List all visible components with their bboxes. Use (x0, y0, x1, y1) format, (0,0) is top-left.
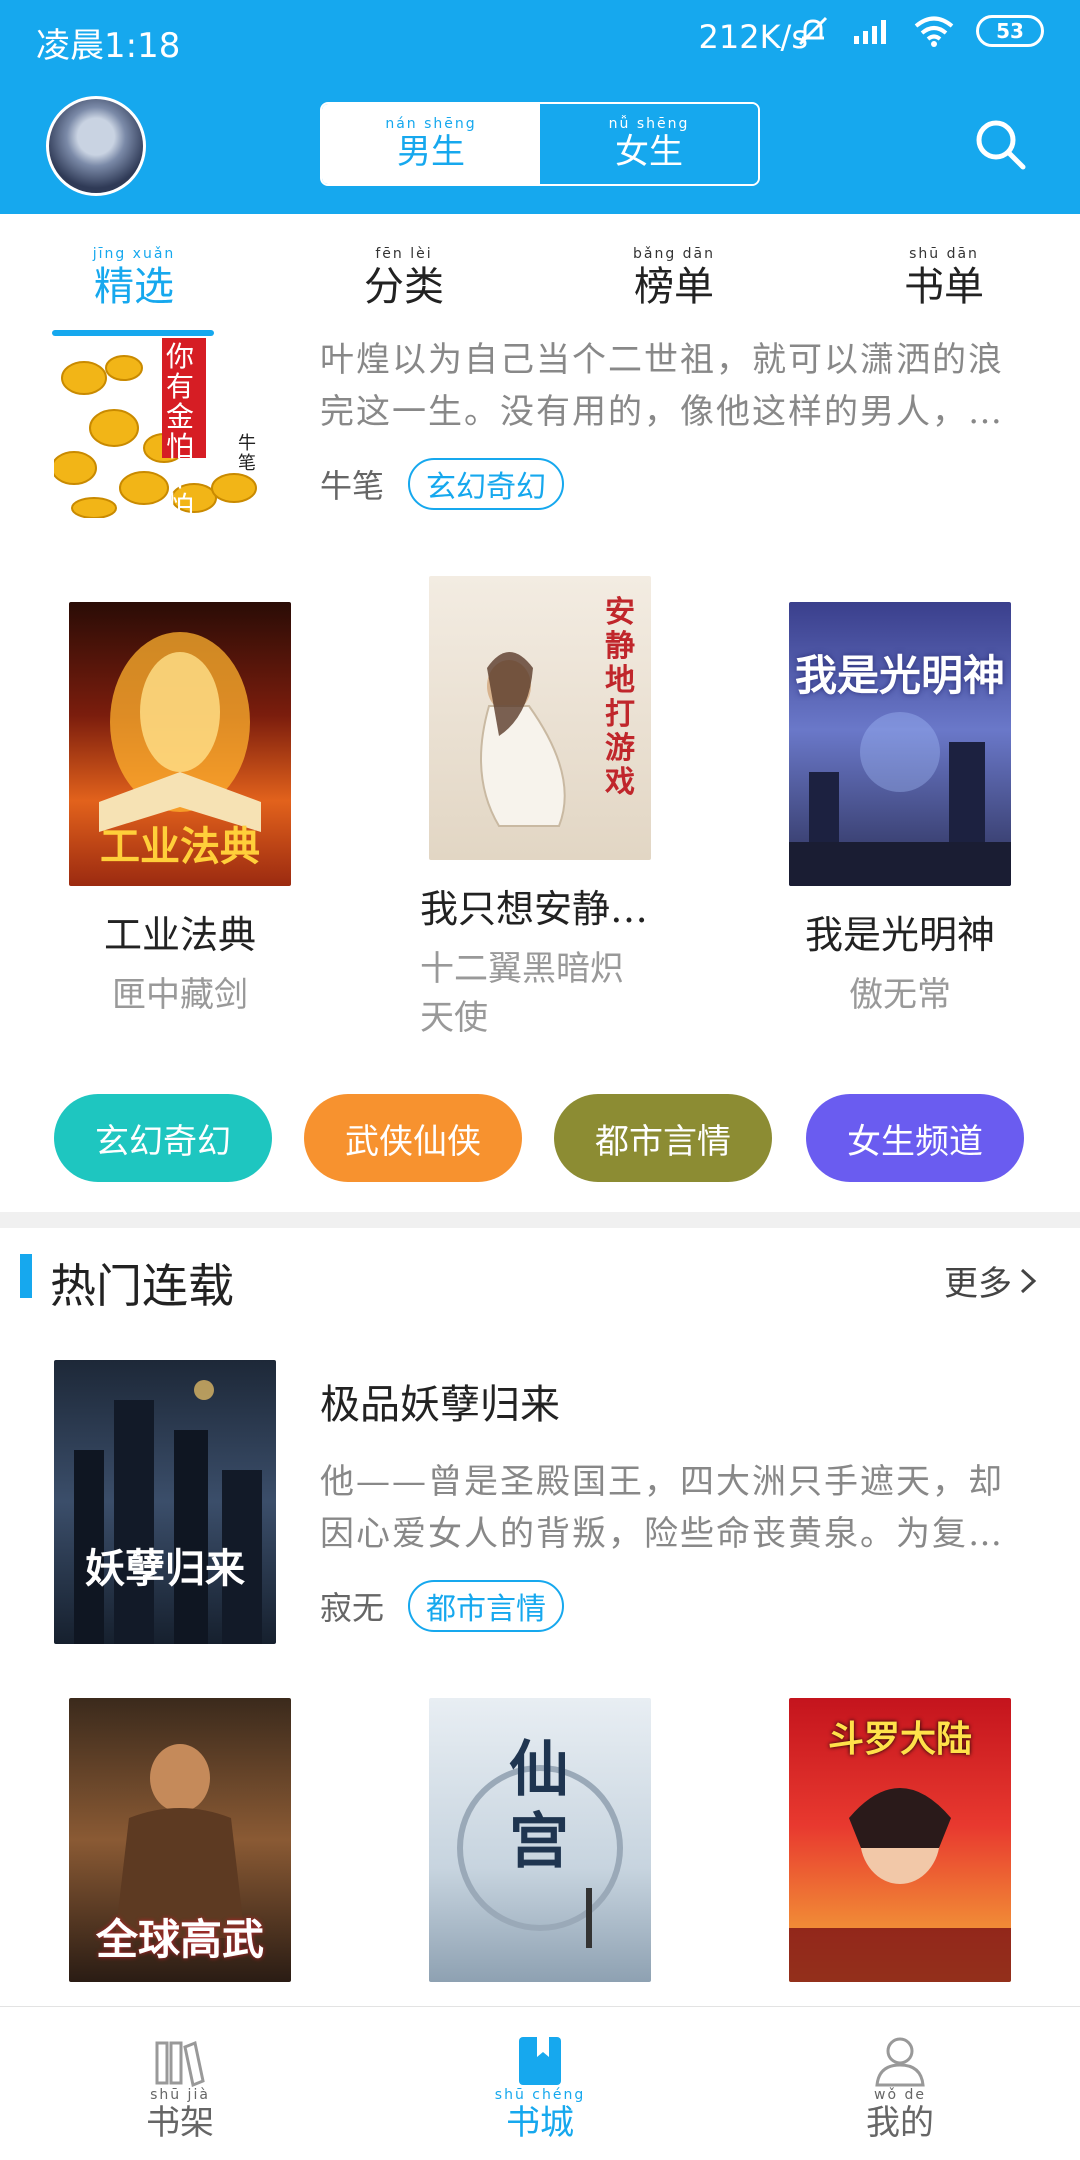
user-icon (875, 2037, 925, 2087)
tab-categories[interactable]: fēn lèi 分类 (304, 246, 504, 312)
tab-indicator (52, 330, 214, 336)
hot-section-header: 热门连载 更多 (0, 1240, 1080, 1330)
book-card[interactable]: 斗罗大陆 (750, 1698, 1050, 1982)
tab-label: 榜单 (634, 264, 714, 310)
section-accent-bar (20, 1254, 32, 1298)
nav-label: 书城 (506, 2103, 574, 2143)
book-cover: 安静地打游戏 (429, 576, 651, 860)
book-author: 傲无常 (849, 975, 951, 1015)
cover-text: 工业法典 (100, 823, 260, 870)
tab-label: 分类 (364, 264, 444, 310)
cover-title-text: 你有金怕不怕 (166, 340, 195, 519)
mute-icon (798, 16, 828, 46)
featured-book-meta: 牛笔 玄幻奇幻 (320, 458, 565, 510)
book-cover: 斗罗大陆 (789, 1698, 1011, 1982)
section-title: 热门连载 (50, 1259, 234, 1313)
hot-book-meta: 寂无 都市言情 (320, 1580, 565, 1632)
avatar[interactable] (46, 96, 146, 196)
gender-tab-female[interactable]: nǚ shēng 女生 (540, 104, 758, 184)
city-night-art (74, 1380, 262, 1644)
nav-profile[interactable]: wǒ de 我的 (720, 2007, 1080, 2160)
status-bar: 凌晨1:18 212K/s 53 (0, 0, 1080, 80)
book-author: 寂无 (320, 1589, 385, 1627)
category-tabs: jīng xuǎn 精选 fēn lèi 分类 bǎng dān 榜单 shū … (0, 214, 1080, 334)
bookshelf-icon (155, 2040, 205, 2087)
tab-pinyin: jīng xuǎn (92, 246, 176, 262)
book-cover: 工业法典 (69, 602, 291, 886)
section-divider (0, 1212, 1080, 1228)
featured-book-cover[interactable]: 你有金怕不怕 牛笔 (54, 338, 274, 518)
nav-bookshelf[interactable]: shū jià 书架 (0, 2007, 360, 2160)
status-time: 凌晨1:18 (36, 26, 181, 66)
category-button-fantasy[interactable]: 玄幻奇幻 (54, 1094, 272, 1182)
search-icon[interactable] (972, 116, 1028, 172)
battery-indicator: 53 (976, 15, 1044, 47)
book-author-line1: 十二翼黑暗炽 (420, 949, 624, 989)
tab-rankings[interactable]: bǎng dān 榜单 (574, 246, 774, 312)
nav-label: 书架 (146, 2103, 214, 2143)
more-label: 更多 (944, 1264, 1012, 1304)
book-title: 工业法典 (103, 913, 256, 957)
category-button-wuxia[interactable]: 武侠仙侠 (304, 1094, 522, 1182)
tab-featured[interactable]: jīng xuǎn 精选 (34, 246, 234, 312)
book-icon (519, 2037, 561, 2085)
cover-text: 安静地打游戏 (605, 595, 635, 800)
wifi-icon (914, 16, 954, 47)
gender-tab-label: 男生 (397, 132, 465, 172)
cover-text: 斗罗大陆 (827, 1718, 972, 1760)
gender-tab-pinyin: nǚ shēng (608, 116, 690, 132)
cover-author-text: 牛笔 (238, 433, 256, 474)
cover-text: 仙宫 (509, 1735, 569, 1877)
book-card[interactable]: 仙宫 (390, 1698, 690, 1982)
tab-label: 书单 (904, 264, 984, 310)
book-title: 我是光明神 (804, 913, 995, 957)
nav-label: 我的 (866, 2103, 934, 2143)
book-cover: 仙宫 (429, 1698, 651, 1982)
tab-pinyin: shū dān (909, 246, 979, 262)
category-button-urban[interactable]: 都市言情 (554, 1094, 772, 1182)
chevron-right-icon (1020, 1268, 1037, 1293)
genre-tag[interactable]: 玄幻奇幻 (408, 458, 565, 510)
cover-text: 我是光明神 (794, 651, 1005, 700)
book-author: 牛笔 (320, 467, 385, 505)
featured-book-desc-line1: 叶煌以为自己当个二世祖，就可以潇洒的浪 (320, 340, 1004, 380)
hot-book-desc-line1: 他——曾是圣殿国王，四大洲只手遮天，却 (320, 1462, 1004, 1502)
nav-pinyin: shū chéng (494, 2087, 586, 2103)
network-speed: 212K/s (698, 18, 808, 56)
gender-tab-pinyin: nán shēng (385, 116, 477, 132)
hot-book-cover[interactable]: 妖孽归来 (54, 1360, 276, 1644)
book-card[interactable]: 工业法典 工业法典 匣中藏剑 (30, 602, 330, 1016)
book-title: 我只想安静… (420, 887, 649, 931)
tab-label: 精选 (94, 264, 174, 310)
book-card[interactable]: 全球高武 (30, 1698, 330, 1982)
nav-bookstore[interactable]: shū chéng 书城 (360, 2007, 720, 2160)
nav-pinyin: wǒ de (874, 2087, 926, 2103)
tab-pinyin: bǎng dān (632, 246, 715, 262)
gender-tab-label: 女生 (615, 132, 683, 172)
gender-tab-male[interactable]: nán shēng 男生 (322, 104, 540, 184)
more-link[interactable]: 更多 (944, 1256, 1038, 1305)
hot-book-desc-line2: 因心爱女人的背叛，险些命丧黄泉。为复… (320, 1514, 1004, 1554)
cover-text: 全球高武 (95, 1915, 264, 1964)
category-button-female[interactable]: 女生频道 (806, 1094, 1024, 1182)
hot-book-title[interactable]: 极品妖孽归来 (320, 1372, 560, 1430)
genre-tag[interactable]: 都市言情 (408, 1580, 565, 1632)
book-card[interactable]: 安静地打游戏 我只想安静… 十二翼黑暗炽 天使 (390, 576, 690, 1039)
book-cover: 全球高武 (69, 1698, 291, 1982)
coin-cover-art (54, 338, 274, 518)
tab-booklists[interactable]: shū dān 书单 (844, 246, 1044, 312)
cover-text: 妖孽归来 (85, 1545, 245, 1592)
book-author: 匣中藏剑 (112, 975, 248, 1015)
bottom-nav: shū jià 书架 shū chéng 书城 wǒ de 我的 (0, 2006, 1080, 2160)
nav-pinyin: shū jià (150, 2087, 210, 2103)
book-cover: 我是光明神 (789, 602, 1011, 886)
tab-pinyin: fēn lèi (375, 246, 433, 262)
top-header: 凌晨1:18 212K/s 53 nán shēng 男生 nǚ shēng 女… (0, 0, 1080, 214)
featured-book-desc-line2: 完这一生。没有用的，像他这样的男人，… (320, 392, 1004, 432)
status-icons: 53 (796, 14, 1044, 48)
signal-icon (854, 20, 886, 44)
book-card[interactable]: 我是光明神 我是光明神 傲无常 (750, 602, 1050, 1016)
gender-switch: nán shēng 男生 nǚ shēng 女生 (320, 102, 760, 186)
book-author-line2: 天使 (420, 998, 488, 1038)
